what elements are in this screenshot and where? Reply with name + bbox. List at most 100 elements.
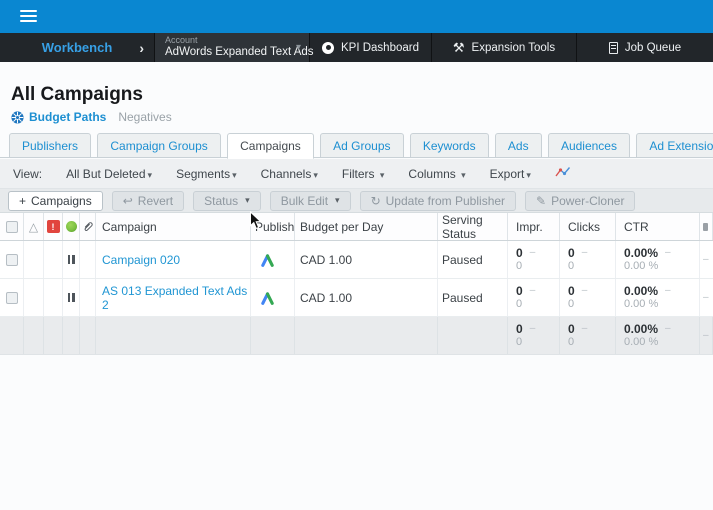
campaign-link[interactable]: AS 013 Expanded Text Ads 2 <box>102 284 250 312</box>
nav-item-job-queue[interactable]: Job Queue <box>577 33 713 62</box>
campaigns-table: △ ! Campaign Publisher Budget per Day Se… <box>0 212 713 355</box>
comparison-dash: – <box>665 285 671 297</box>
account-label: Account <box>165 36 314 46</box>
adwords-logo-icon <box>260 291 275 305</box>
column-header-budget-per-day[interactable]: Budget per Day <box>295 213 438 240</box>
negatives-link[interactable]: Negatives <box>118 110 171 124</box>
ctr-cell: 0.00%– 0.00 % <box>616 241 700 278</box>
comparison-dash: – <box>530 247 536 259</box>
comparison-dash: – <box>703 254 709 265</box>
clicks-cell: 0– 0 <box>560 279 616 316</box>
page-title: All Campaigns <box>11 84 143 106</box>
row-checkbox[interactable] <box>6 292 18 304</box>
tab-ads[interactable]: Ads <box>495 133 542 158</box>
nav-item-workbench[interactable]: Workbench › <box>0 33 155 62</box>
comparison-dash: – <box>582 285 588 297</box>
target-icon <box>322 42 334 54</box>
comparison-dash: – <box>703 292 709 303</box>
tab-audiences[interactable]: Audiences <box>548 133 630 158</box>
comparison-dash: – <box>530 285 536 297</box>
totals-ctr-cell: 0.00%– 0.00 % <box>616 317 700 354</box>
add-campaigns-button[interactable]: + Campaigns <box>8 191 103 211</box>
comparison-dash: – <box>665 247 671 259</box>
serving-status-value: Paused <box>438 279 508 316</box>
budget-paths-link[interactable]: Budget Paths <box>11 110 106 124</box>
hamburger-menu-icon[interactable] <box>20 10 37 23</box>
refresh-icon: ↻ <box>371 195 381 207</box>
totals-clicks-cell: 0– 0 <box>560 317 616 354</box>
update-from-publisher-button[interactable]: ↻ Update from Publisher <box>360 191 516 211</box>
table-header-row: △ ! Campaign Publisher Budget per Day Se… <box>0 213 713 241</box>
budget-paths-icon <box>11 111 24 124</box>
comparison-dash: – <box>665 323 671 335</box>
column-header-clicks[interactable]: Clicks <box>560 213 616 240</box>
account-selector[interactable]: Account AdWords Expanded Text Ads ▾ <box>155 33 310 62</box>
view-filter-dropdown[interactable]: All But Deleted▾ <box>66 167 152 181</box>
serving-status-value: Paused <box>438 241 508 278</box>
action-toolbar: + Campaigns ↩ Revert Status▾ Bulk Edit ▾… <box>0 188 713 212</box>
table-row: AS 013 Expanded Text Ads 2 CAD 1.00 Paus… <box>0 279 713 317</box>
nav-item-expansion-tools[interactable]: ⚒ Expansion Tools <box>432 33 577 62</box>
caret-down-icon: ▾ <box>232 170 237 180</box>
view-label: View: <box>13 167 42 181</box>
tab-campaigns[interactable]: Campaigns <box>227 133 314 159</box>
budget-value: CAD 1.00 <box>295 241 438 278</box>
job-queue-label: Job Queue <box>625 42 681 54</box>
status-button[interactable]: Status▾ <box>193 191 261 211</box>
segments-dropdown[interactable]: Segments▾ <box>176 167 237 181</box>
tab-campaign-groups[interactable]: Campaign Groups <box>97 133 220 158</box>
top-app-bar <box>0 0 713 33</box>
alert-icon[interactable]: ! <box>47 220 60 233</box>
impressions-cell: 0– 0 <box>508 241 560 278</box>
ctr-cell: 0.00%– 0.00 % <box>616 279 700 316</box>
main-navbar: Workbench › Account AdWords Expanded Tex… <box>0 33 713 62</box>
comparison-dash: – <box>530 323 536 335</box>
chart-toggle-icon[interactable] <box>555 166 571 181</box>
column-header-serving-status[interactable]: Serving Status <box>438 213 508 240</box>
select-all-checkbox[interactable] <box>6 221 18 233</box>
pencil-icon: ✎ <box>536 195 546 207</box>
columns-dropdown[interactable]: Columns ▾ <box>408 167 465 181</box>
clipped-column <box>700 213 713 240</box>
adwords-logo-icon <box>260 253 275 267</box>
bulk-edit-button[interactable]: Bulk Edit ▾ <box>270 191 351 211</box>
workbench-label: Workbench <box>42 40 113 55</box>
comparison-dash: – <box>582 323 588 335</box>
view-bar: View: All But Deleted▾ Segments▾ Channel… <box>0 159 713 188</box>
caret-down-icon: ▾ <box>461 170 466 180</box>
column-header-impressions[interactable]: Impr. <box>508 213 560 240</box>
status-dot-icon[interactable] <box>66 221 77 232</box>
export-dropdown[interactable]: Export▾ <box>490 167 531 181</box>
tab-ad-extensions[interactable]: Ad Extensions <box>636 133 713 158</box>
caret-down-icon: ▾ <box>296 42 301 53</box>
tab-publishers[interactable]: Publishers <box>9 133 91 158</box>
warning-triangle-icon[interactable]: △ <box>29 220 38 234</box>
tab-ad-groups[interactable]: Ad Groups <box>320 133 403 158</box>
column-header-publisher[interactable]: Publisher <box>251 213 295 240</box>
revert-arrow-icon: ↩ <box>123 195 133 207</box>
channels-dropdown[interactable]: Channels▾ <box>261 167 318 181</box>
account-value: AdWords Expanded Text Ads <box>165 46 314 59</box>
nav-item-kpi-dashboard[interactable]: KPI Dashboard <box>310 33 432 62</box>
tab-keywords[interactable]: Keywords <box>410 133 489 158</box>
plus-icon: + <box>19 195 26 207</box>
paperclip-icon[interactable] <box>82 221 94 233</box>
pause-icon <box>68 255 75 264</box>
campaign-link[interactable]: Campaign 020 <box>102 253 180 267</box>
totals-impressions-cell: 0– 0 <box>508 317 560 354</box>
budget-paths-label: Budget Paths <box>29 110 106 124</box>
row-checkbox[interactable] <box>6 254 18 266</box>
comparison-dash: – <box>582 247 588 259</box>
power-cloner-button[interactable]: ✎ Power-Cloner <box>525 191 635 211</box>
budget-value: CAD 1.00 <box>295 279 438 316</box>
revert-button[interactable]: ↩ Revert <box>112 191 184 211</box>
caret-down-icon: ▾ <box>148 170 153 180</box>
filters-dropdown[interactable]: Filters ▾ <box>342 167 385 181</box>
column-header-campaign[interactable]: Campaign <box>96 213 251 240</box>
caret-down-icon: ▾ <box>245 195 250 206</box>
totals-row: 0– 0 0– 0 0.00%– 0.00 % – <box>0 317 713 355</box>
table-row: Campaign 020 CAD 1.00 Paused 0– 0 0– 0 0… <box>0 241 713 279</box>
kpi-dashboard-label: KPI Dashboard <box>341 42 419 54</box>
column-header-ctr[interactable]: CTR <box>616 213 700 240</box>
caret-down-icon: ▾ <box>335 195 340 206</box>
